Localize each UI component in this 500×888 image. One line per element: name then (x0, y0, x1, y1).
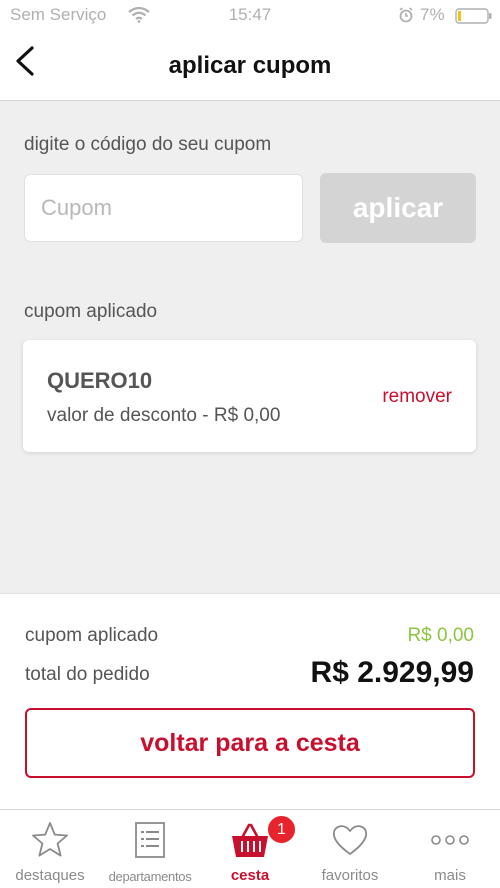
cart-count-badge: 1 (267, 815, 296, 844)
apply-coupon-button[interactable]: aplicar (320, 173, 476, 243)
applied-coupon-heading: cupom aplicado (24, 301, 158, 322)
nav-header: aplicar cupom (0, 32, 500, 101)
more-icon (400, 820, 500, 860)
applied-coupon-card: QUERO10 valor de desconto - R$ 0,00 remo… (23, 340, 476, 452)
remove-coupon-link[interactable]: remover (382, 386, 452, 408)
star-icon (0, 820, 100, 860)
tab-destaques[interactable]: destaques (0, 810, 100, 888)
order-total-value: R$ 2.929,99 (310, 656, 474, 689)
order-total-label: total do pedido (25, 664, 150, 685)
tab-label: destaques (15, 867, 85, 884)
tab-label: favoritos (321, 867, 379, 884)
coupon-discount-text: valor de desconto - R$ 0,00 (47, 405, 281, 426)
battery-percentage: 7% (420, 5, 445, 24)
tab-bar: destaques departamentos cesta favoritos … (0, 809, 500, 888)
battery-icon (455, 8, 493, 29)
alarm-icon (398, 7, 414, 28)
order-summary-panel: cupom aplicado R$ 0,00 total do pedido R… (0, 593, 500, 810)
coupon-input[interactable] (24, 174, 303, 242)
tab-departamentos[interactable]: departamentos (100, 810, 200, 888)
status-bar: Sem Serviço 15:47 7% (0, 0, 500, 32)
coupon-prompt-label: digite o código do seu cupom (24, 134, 272, 155)
list-icon (100, 820, 200, 860)
tab-label: departamentos (108, 869, 192, 884)
back-to-cart-button[interactable]: voltar para a cesta (25, 708, 475, 778)
tab-label: cesta (230, 867, 270, 884)
coupon-code: QUERO10 (47, 368, 153, 393)
tab-favoritos[interactable]: favoritos (300, 810, 400, 888)
tab-label: mais (434, 867, 466, 884)
summary-coupon-label: cupom aplicado (25, 625, 159, 646)
tab-mais[interactable]: mais (400, 810, 500, 888)
page-title: aplicar cupom (168, 52, 332, 79)
summary-coupon-value: R$ 0,00 (407, 625, 474, 646)
heart-icon (300, 820, 400, 860)
